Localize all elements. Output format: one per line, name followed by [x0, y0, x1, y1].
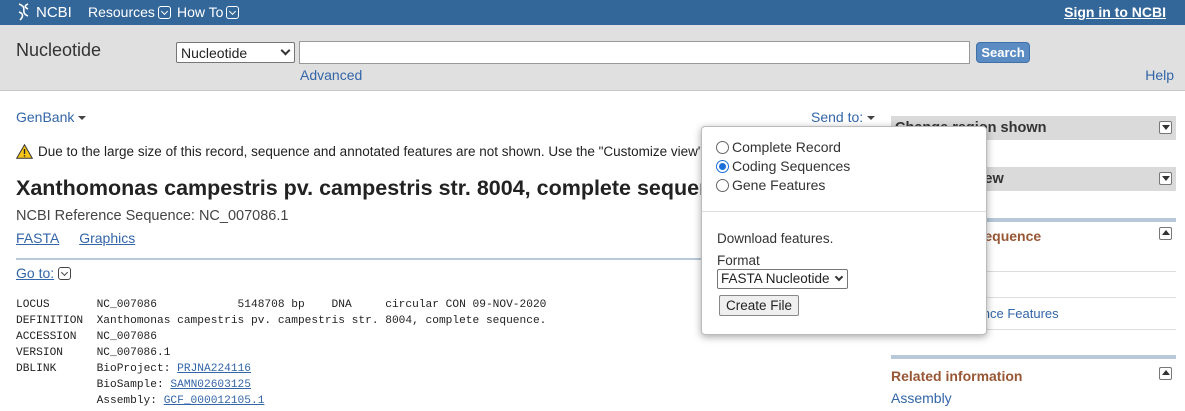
- search-input[interactable]: [299, 41, 970, 64]
- sign-in-link[interactable]: Sign in to NCBI: [1064, 4, 1166, 20]
- goto-menu[interactable]: Go to:: [16, 265, 72, 281]
- ncbi-helix-icon: [18, 3, 29, 21]
- caret-down-icon: [78, 116, 87, 121]
- bioproject-link[interactable]: PRJNA224116: [177, 363, 251, 375]
- collapse-toggle-icon[interactable]: [1159, 367, 1172, 380]
- search-button[interactable]: Search: [976, 42, 1030, 63]
- option-complete-record[interactable]: Complete Record: [716, 139, 841, 155]
- send-to-popup: Complete Record Coding Sequences Gene Fe…: [701, 126, 987, 335]
- radio-button[interactable]: [716, 178, 729, 192]
- version-line: VERSION NC_007086.1: [16, 347, 171, 359]
- related-info-title: Related information: [891, 368, 1023, 384]
- option-gene-features[interactable]: Gene Features: [716, 177, 825, 193]
- chevron-down-icon: [834, 272, 844, 282]
- biosample-label: BioSample:: [16, 379, 171, 391]
- accession-line: ACCESSION NC_007086: [16, 331, 157, 343]
- assembly-link[interactable]: Assembly: [891, 390, 952, 406]
- fasta-link[interactable]: FASTA: [16, 230, 59, 246]
- display-format-label: GenBank: [16, 109, 75, 125]
- expand-toggle-icon[interactable]: [1159, 172, 1172, 185]
- chevron-down-icon: [226, 5, 240, 19]
- ncbi-logo[interactable]: NCBI: [16, 3, 72, 21]
- download-features-text: Download features.: [717, 231, 834, 246]
- warning-icon: [16, 144, 33, 159]
- portlet-bar: [891, 355, 1176, 359]
- database-title: Nucleotide: [16, 40, 102, 60]
- howto-label: How To: [177, 4, 224, 20]
- option-label: Complete Record: [732, 139, 841, 155]
- biosample-link[interactable]: SAMN02603125: [170, 379, 251, 391]
- assembly-record-link[interactable]: GCF_000012105.1: [164, 395, 265, 407]
- expand-toggle-icon[interactable]: [1159, 121, 1172, 134]
- radio-button-selected[interactable]: [716, 159, 729, 173]
- graphics-link[interactable]: Graphics: [79, 230, 135, 246]
- refseq-line: NCBI Reference Sequence: NC_007086.1: [16, 208, 289, 224]
- ncbi-logo-text: NCBI: [36, 3, 72, 21]
- ncbi-header: NCBI Resources How To Sign in to NCBI: [0, 0, 1185, 25]
- chevron-down-icon: [157, 5, 171, 19]
- create-file-button[interactable]: Create File: [719, 295, 799, 316]
- divider: [702, 211, 986, 212]
- related-info-portlet: Related information: [891, 367, 1176, 384]
- dblink-assembly-line: Assembly: GCF_000012105.1: [16, 393, 546, 409]
- genbank-record: LOCUS NC_007086 5148708 bp DNA circular …: [16, 297, 546, 409]
- database-select[interactable]: Nucleotide: [176, 42, 295, 63]
- locus-line: LOCUS NC_007086 5148708 bp DNA circular …: [16, 299, 547, 311]
- collapse-toggle-icon[interactable]: [1159, 227, 1172, 240]
- warning-text: Due to the large size of this record, se…: [38, 144, 706, 159]
- definition-line: DEFINITION Xanthomonas campestris pv. ca…: [16, 315, 547, 327]
- search-bar: Nucleotide Nucleotide Search Advanced He…: [0, 25, 1185, 91]
- howto-menu[interactable]: How To: [177, 4, 240, 20]
- record-title: Xanthomonas campestris pv. campestris st…: [16, 176, 706, 200]
- option-coding-sequences[interactable]: Coding Sequences: [716, 158, 850, 174]
- radio-button[interactable]: [716, 140, 729, 154]
- help-link[interactable]: Help: [1145, 67, 1174, 83]
- caret-down-icon: [867, 116, 876, 121]
- dblink-biosample-line: BioSample: SAMN02603125: [16, 377, 546, 393]
- option-label: Coding Sequences: [732, 158, 851, 174]
- dblink-bioproject-line: DBLINK BioProject: PRJNA224116: [16, 361, 546, 377]
- resources-menu[interactable]: Resources: [88, 4, 171, 20]
- send-to-label: Send to:: [811, 109, 864, 125]
- advanced-search-link[interactable]: Advanced: [300, 67, 362, 83]
- format-select[interactable]: FASTA Nucleotide: [717, 269, 848, 289]
- send-to-menu[interactable]: Send to:: [811, 109, 876, 125]
- size-warning: Due to the large size of this record, se…: [16, 144, 706, 159]
- assembly-label: Assembly:: [16, 395, 164, 407]
- database-select-value: Nucleotide: [181, 44, 248, 61]
- chevron-down-icon: [280, 45, 291, 56]
- dblink-key: DBLINK: [16, 363, 97, 375]
- resources-label: Resources: [88, 4, 155, 20]
- format-select-value: FASTA Nucleotide: [721, 271, 830, 286]
- option-label: Gene Features: [732, 177, 826, 193]
- bioproject-label: BioProject:: [96, 363, 178, 375]
- record-links: FASTA Graphics: [16, 230, 151, 246]
- chevron-down-icon: [58, 266, 72, 280]
- goto-label: Go to:: [16, 265, 55, 281]
- display-format-menu[interactable]: GenBank: [16, 109, 87, 125]
- format-label: Format: [717, 253, 760, 268]
